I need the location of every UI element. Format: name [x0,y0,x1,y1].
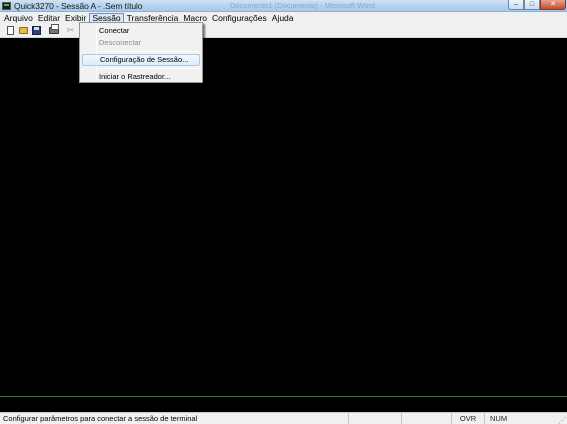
background-window-title: Documento1 (Documento) - Microsoft Word [230,1,375,10]
menu-item-conectar[interactable]: Conectar [82,25,200,37]
cut-button[interactable]: ✂ [65,25,76,36]
menu-arquivo[interactable]: Arquivo [2,13,35,23]
session-dropdown-menu: Conectar Desconectar Configuração de Ses… [79,22,203,83]
save-button[interactable] [31,25,42,36]
menu-exibir[interactable]: Exibir [63,13,88,23]
print-button[interactable] [48,23,59,36]
open-folder-icon [19,26,28,34]
menu-transferencia[interactable]: Transferência [125,13,181,23]
menu-macro[interactable]: Macro [181,13,209,23]
cut-scissors-icon: ✂ [66,24,75,35]
minimize-button[interactable]: – [508,0,524,10]
status-bar: Configurar parâmetros para conectar a se… [0,412,567,424]
menu-separator [100,51,199,52]
numlock-indicator: NUM [484,413,530,424]
open-button[interactable] [18,25,29,36]
terminal-screen[interactable] [0,38,567,396]
overwrite-indicator: OVR [451,413,484,424]
menu-ajuda[interactable]: Ajuda [270,13,296,23]
new-document-button[interactable] [5,25,16,36]
title-bar[interactable]: Quick3270 - Sessão A - .Sem título Docum… [0,0,567,12]
save-disk-icon [32,25,41,35]
menu-item-desconectar: Desconectar [99,38,142,47]
maximize-button[interactable]: □ [524,0,540,10]
window-controls: – □ ✕ [508,0,566,11]
menu-separator [100,68,199,69]
status-pane-empty [401,413,451,424]
print-icon [48,23,59,34]
status-pane-empty [348,413,401,424]
status-message: Configurar parâmetros para conectar a se… [3,414,198,423]
menu-editar[interactable]: Editar [36,13,62,23]
terminal-app-icon[interactable] [2,1,11,10]
menu-item-configuracao-de-sessao[interactable]: Configuração de Sessão... [82,54,200,66]
operator-info-area [0,397,567,412]
menu-configuracoes[interactable]: Configurações [210,13,269,23]
menu-sessao[interactable]: Sessão [89,12,124,23]
menu-item-iniciar-rastreador[interactable]: Iniciar o Rastreador... [82,71,200,83]
new-document-icon [7,25,14,35]
resize-grip-icon[interactable] [557,414,567,424]
window-title: Quick3270 - Sessão A - .Sem título [14,0,143,11]
close-button[interactable]: ✕ [540,0,566,10]
